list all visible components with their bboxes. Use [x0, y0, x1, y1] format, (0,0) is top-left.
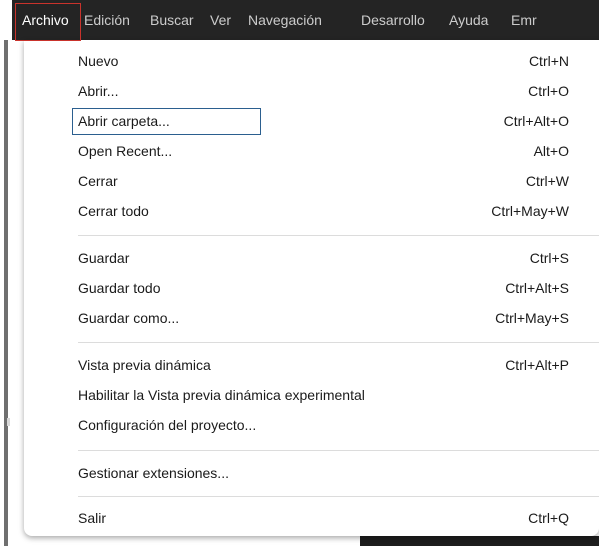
menu-item-habilitar-vista-previa[interactable]: Habilitar la Vista previa dinámica exper…: [24, 382, 599, 409]
menu-item-shortcut: Ctrl+N: [528, 53, 569, 69]
window-edge-bar: [4, 40, 8, 546]
menubar-item-ayuda[interactable]: Ayuda: [449, 0, 488, 40]
menu-item-shortcut: Ctrl+Alt+S: [505, 280, 569, 296]
menubar-item-navegacion[interactable]: Navegación: [248, 0, 322, 40]
file-menu-dropdown: Nuevo Ctrl+N Abrir... Ctrl+O Abrir carpe…: [24, 40, 599, 536]
menu-item-label: Cerrar: [78, 173, 118, 189]
menu-item-label: Salir: [78, 510, 107, 526]
menu-separator: [78, 496, 599, 497]
menu-separator: [78, 235, 599, 236]
menu-item-vista-previa-dinamica[interactable]: Vista previa dinámica Ctrl+Alt+P: [24, 352, 599, 379]
menubar-item-desarrollo[interactable]: Desarrollo: [361, 0, 425, 40]
background-editor-area: [360, 536, 599, 546]
menu-separator: [78, 342, 599, 343]
window-left-edge: [0, 0, 12, 546]
menu-item-guardar-todo[interactable]: Guardar todo Ctrl+Alt+S: [24, 275, 599, 302]
menu-item-shortcut: Ctrl+W: [525, 173, 569, 189]
menu-item-label: Guardar todo: [78, 280, 161, 296]
menu-item-label: Abrir...: [78, 83, 119, 99]
menu-item-label: Open Recent...: [78, 143, 173, 159]
menu-item-label: Vista previa dinámica: [78, 357, 211, 373]
menu-item-shortcut: Ctrl+Q: [528, 510, 569, 526]
menu-item-label: Gestionar extensiones...: [78, 465, 229, 481]
menu-item-label: Configuración del proyecto...: [78, 417, 257, 433]
menu-item-shortcut: Ctrl+Alt+P: [505, 357, 569, 373]
menubar: Archivo Edición Buscar Ver Navegación De…: [12, 0, 599, 40]
keyboard-focus-outline: [72, 108, 261, 135]
menu-item-label: Habilitar la Vista previa dinámica exper…: [78, 387, 365, 403]
window-edge-mark: [7, 418, 10, 426]
menu-item-gestionar-extensiones[interactable]: Gestionar extensiones...: [24, 460, 599, 487]
menu-item-open-recent[interactable]: Open Recent... Alt+O: [24, 138, 599, 165]
menu-item-guardar[interactable]: Guardar Ctrl+S: [24, 245, 599, 272]
menubar-item-buscar[interactable]: Buscar: [150, 0, 194, 40]
menu-item-nuevo[interactable]: Nuevo Ctrl+N: [24, 48, 599, 75]
menubar-item-emr[interactable]: Emr: [511, 0, 537, 40]
menubar-item-edicion[interactable]: Edición: [84, 0, 130, 40]
menu-item-shortcut: Ctrl+May+W: [491, 203, 569, 219]
menu-item-salir[interactable]: Salir Ctrl+Q: [24, 505, 599, 532]
menu-item-shortcut: Ctrl+O: [528, 83, 569, 99]
menu-item-shortcut: Ctrl+S: [529, 250, 569, 266]
menu-item-label: Guardar como...: [78, 310, 180, 326]
menu-item-label: Nuevo: [78, 53, 119, 69]
menu-item-label: Cerrar todo: [78, 203, 149, 219]
active-menu-highlight: [15, 3, 81, 41]
menu-item-abrir[interactable]: Abrir... Ctrl+O: [24, 78, 599, 105]
menu-separator: [78, 450, 599, 451]
menu-item-shortcut: Ctrl+May+S: [495, 310, 569, 326]
menu-item-shortcut: Alt+O: [533, 143, 569, 159]
menu-item-guardar-como[interactable]: Guardar como... Ctrl+May+S: [24, 305, 599, 332]
menu-item-label: Guardar: [78, 250, 130, 266]
menu-item-cerrar[interactable]: Cerrar Ctrl+W: [24, 168, 599, 195]
menubar-item-ver[interactable]: Ver: [210, 0, 231, 40]
menu-item-configuracion-proyecto[interactable]: Configuración del proyecto...: [24, 412, 599, 439]
menu-item-cerrar-todo[interactable]: Cerrar todo Ctrl+May+W: [24, 198, 599, 225]
menu-item-shortcut: Ctrl+Alt+O: [503, 113, 569, 129]
